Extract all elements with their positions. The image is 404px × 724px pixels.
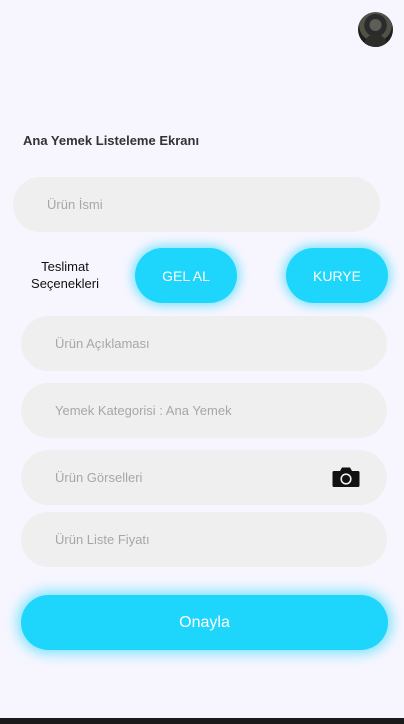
food-category-value: Yemek Kategorisi : Ana Yemek xyxy=(55,403,232,418)
product-name-placeholder: Ürün İsmi xyxy=(47,197,103,212)
delivery-label-line1: Teslimat xyxy=(41,259,89,274)
product-images-placeholder: Ürün Görselleri xyxy=(55,470,143,485)
confirm-button[interactable]: Onayla xyxy=(21,595,388,650)
product-name-field[interactable]: Ürün İsmi xyxy=(13,177,380,232)
user-avatar-icon xyxy=(363,19,388,47)
product-description-placeholder: Ürün Açıklaması xyxy=(55,336,150,351)
food-category-field[interactable]: Yemek Kategorisi : Ana Yemek xyxy=(21,383,387,438)
avatar[interactable] xyxy=(358,12,393,47)
bottom-edge-bar xyxy=(0,718,404,724)
courier-option-button[interactable]: KURYE xyxy=(286,248,388,303)
pickup-option-button[interactable]: GEL AL xyxy=(135,248,237,303)
delivery-options-label: Teslimat Seçenekleri xyxy=(20,258,110,292)
camera-icon[interactable] xyxy=(332,466,360,488)
product-description-field[interactable]: Ürün Açıklaması xyxy=(21,316,387,371)
page-title: Ana Yemek Listeleme Ekranı xyxy=(23,133,200,148)
delivery-label-line2: Seçenekleri xyxy=(31,276,99,291)
product-images-field[interactable]: Ürün Görselleri xyxy=(21,450,387,505)
product-price-placeholder: Ürün Liste Fiyatı xyxy=(55,532,150,547)
product-price-field[interactable]: Ürün Liste Fiyatı xyxy=(21,512,387,567)
